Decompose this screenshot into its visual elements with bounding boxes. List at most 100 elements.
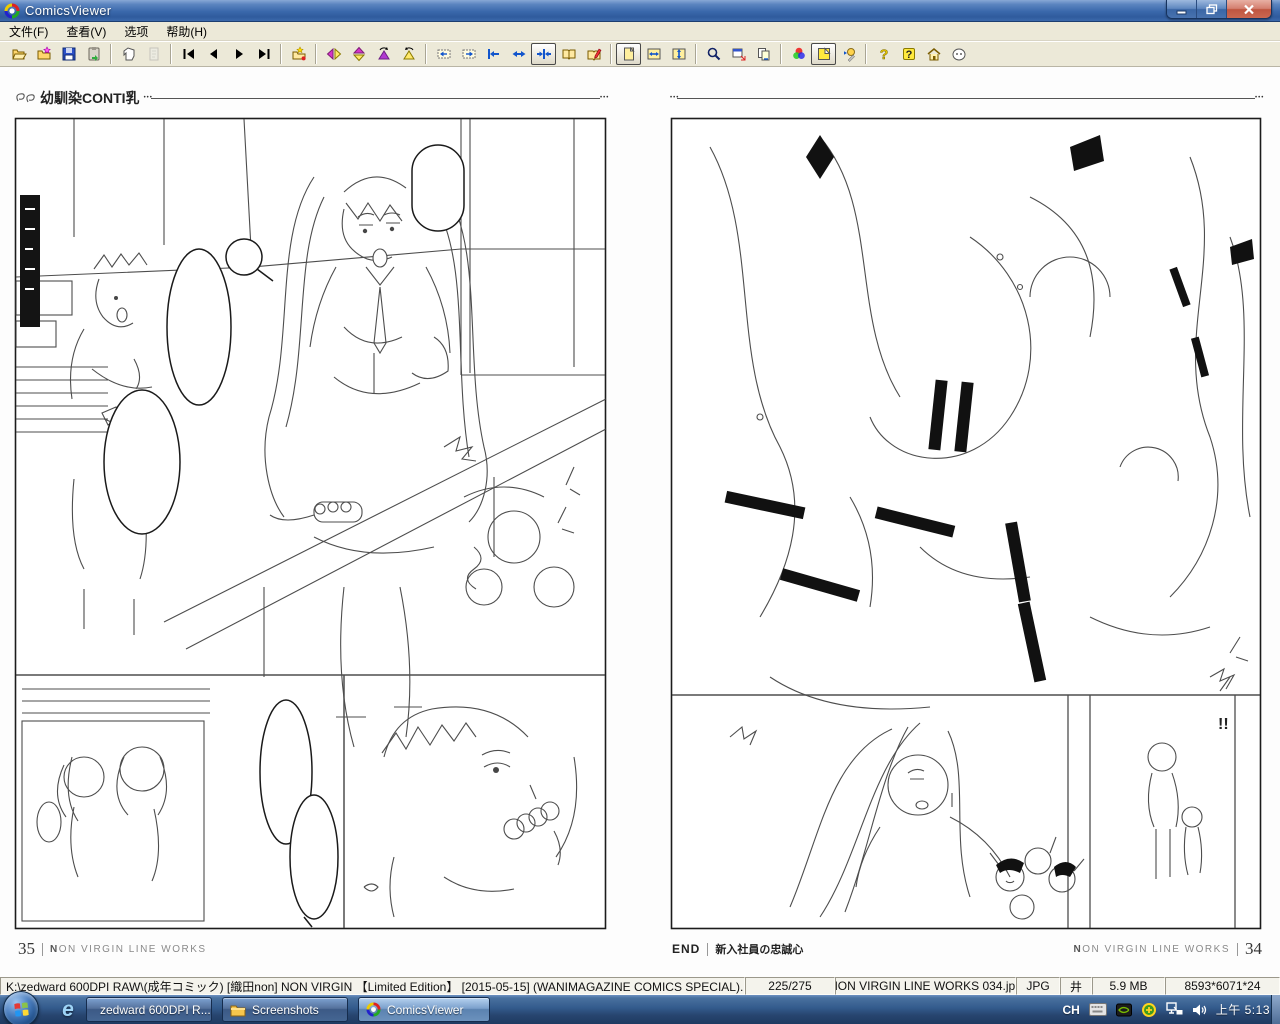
toolbar: ??: [0, 41, 1280, 67]
save-button[interactable]: [56, 43, 81, 65]
resize-window-button[interactable]: [726, 43, 751, 65]
toolbar-separator: [865, 44, 867, 64]
fit-height-view-button[interactable]: [666, 43, 691, 65]
status-file-path: K:\zedward 600DPI RAW\(成年コミック) [織田non] N…: [0, 977, 745, 995]
header-rule: [151, 98, 600, 99]
home-button[interactable]: [921, 43, 946, 65]
goto-page-button[interactable]: [286, 43, 311, 65]
help-button[interactable]: ?: [871, 43, 896, 65]
comic-page-right[interactable]: !!: [670, 117, 1262, 930]
end-label: END: [672, 942, 700, 956]
taskbar-clock[interactable]: 上午 5:13: [1216, 1001, 1270, 1018]
prev-page-button[interactable]: [201, 43, 226, 65]
trim-right-margin-button[interactable]: [456, 43, 481, 65]
open-new-button[interactable]: [31, 43, 56, 65]
minimize-button[interactable]: [1167, 0, 1197, 19]
left-page-header: 幼馴染CONTI乳 ••• •••: [14, 87, 607, 109]
antivirus-tray-icon[interactable]: [1141, 1002, 1157, 1018]
menu-item-options[interactable]: 选项: [115, 21, 157, 42]
system-tray: CH 上午 5: [1062, 995, 1270, 1024]
rule-tick: •••: [670, 97, 677, 100]
toolbar-separator: [695, 44, 697, 64]
status-dimensions: 8593*6071*24: [1165, 977, 1280, 995]
align-left-edge-button[interactable]: [481, 43, 506, 65]
mouse-gesture-button[interactable]: [116, 43, 141, 65]
volume-tray-icon[interactable]: [1192, 1003, 1207, 1017]
status-filename: NON VIRGIN LINE WORKS 034.jpg: [835, 977, 1016, 995]
svg-text:?: ?: [905, 49, 912, 61]
close-button[interactable]: [1227, 0, 1271, 19]
open-file-button[interactable]: [6, 43, 31, 65]
menu-item-help[interactable]: 帮助(H): [157, 21, 216, 42]
menu-bar: 文件(F)查看(V)选项帮助(H): [0, 22, 1280, 41]
auto-scroll-button[interactable]: [836, 43, 861, 65]
folder-icon: [230, 1003, 246, 1017]
taskbar-button-comicsviewer[interactable]: ComicsViewer: [358, 997, 490, 1022]
right-page-header: ••• •••: [670, 87, 1262, 109]
toolbar-separator: [315, 44, 317, 64]
toolbar-separator: [110, 44, 112, 64]
series-logo-icon: [14, 91, 36, 105]
two-page-mode-button[interactable]: [556, 43, 581, 65]
center-pages-button[interactable]: [531, 43, 556, 65]
acquire-button: [141, 43, 166, 65]
svg-text:?: ?: [879, 46, 888, 62]
zoom-button[interactable]: [701, 43, 726, 65]
menu-item-view[interactable]: 查看(V): [57, 21, 115, 42]
start-button[interactable]: [3, 991, 39, 1024]
fit-width-span-button[interactable]: [506, 43, 531, 65]
quicklaunch-ie[interactable]: e: [52, 995, 84, 1024]
keyboard-icon[interactable]: [1089, 1003, 1107, 1016]
status-filesize: 5.9 MB: [1092, 977, 1165, 995]
show-desktop-button[interactable]: [1271, 995, 1280, 1024]
flip-vertical-button[interactable]: [346, 43, 371, 65]
fit-width-view-button[interactable]: [641, 43, 666, 65]
nvidia-tray-icon[interactable]: [1116, 1002, 1132, 1018]
footer-divider: [1237, 943, 1238, 956]
story-title: 新入社員の忠誠心: [715, 941, 803, 957]
edit-paste-button[interactable]: [81, 43, 106, 65]
taskbar: e zedward 600DPI R... Screenshots ComicsVi…: [0, 995, 1280, 1024]
toolbar-separator: [610, 44, 612, 64]
window-controls: [1166, 0, 1272, 19]
app-icon: [4, 3, 20, 19]
rule-tick: •••: [600, 97, 607, 100]
status-mode: 井: [1060, 977, 1092, 995]
header-rule: [677, 98, 1255, 99]
left-footer-label: NON VIRGIN LINE WORKS: [50, 944, 207, 955]
toolbar-separator: [280, 44, 282, 64]
language-indicator[interactable]: CH: [1062, 1003, 1079, 1017]
windows-logo-icon: [13, 1001, 30, 1018]
restore-button[interactable]: [1197, 0, 1227, 19]
toolbar-separator: [425, 44, 427, 64]
taskbar-button-label: ComicsViewer: [387, 1003, 463, 1017]
comic-page-left-art: [14, 117, 607, 930]
exclamation-text: !!: [1218, 716, 1229, 733]
page-corner-mode-button[interactable]: [811, 43, 836, 65]
left-page-footer: 35 NON VIRGIN LINE WORKS: [18, 939, 607, 959]
trim-left-margin-button[interactable]: [431, 43, 456, 65]
viewer-content: 幼馴染CONTI乳 ••• ••• ••• •••: [0, 67, 1280, 977]
comic-page-left[interactable]: [14, 117, 607, 930]
status-bar: K:\zedward 600DPI RAW\(成年コミック) [織田non] N…: [0, 977, 1280, 995]
titlebar[interactable]: ComicsViewer: [0, 0, 1280, 22]
next-page-button[interactable]: [226, 43, 251, 65]
about-button[interactable]: [946, 43, 971, 65]
copy-image-button[interactable]: [751, 43, 776, 65]
network-tray-icon[interactable]: [1166, 1002, 1183, 1017]
taskbar-button-zedward-folder[interactable]: zedward 600DPI R...: [86, 997, 212, 1022]
original-size-view-button[interactable]: [616, 43, 641, 65]
menu-item-file[interactable]: 文件(F): [0, 21, 57, 42]
color-adjust-button[interactable]: [786, 43, 811, 65]
flip-horizontal-button[interactable]: [321, 43, 346, 65]
rotate-left-button[interactable]: [371, 43, 396, 65]
left-page-number: 35: [18, 939, 35, 959]
taskbar-button-screenshots-folder[interactable]: Screenshots: [222, 997, 348, 1022]
last-page-button[interactable]: [251, 43, 276, 65]
bookmark-edit-button[interactable]: [581, 43, 606, 65]
status-format: JPG: [1016, 977, 1060, 995]
rotate-right-button[interactable]: [396, 43, 421, 65]
rule-tick: •••: [144, 97, 151, 100]
context-help-button[interactable]: ?: [896, 43, 921, 65]
first-page-button[interactable]: [176, 43, 201, 65]
